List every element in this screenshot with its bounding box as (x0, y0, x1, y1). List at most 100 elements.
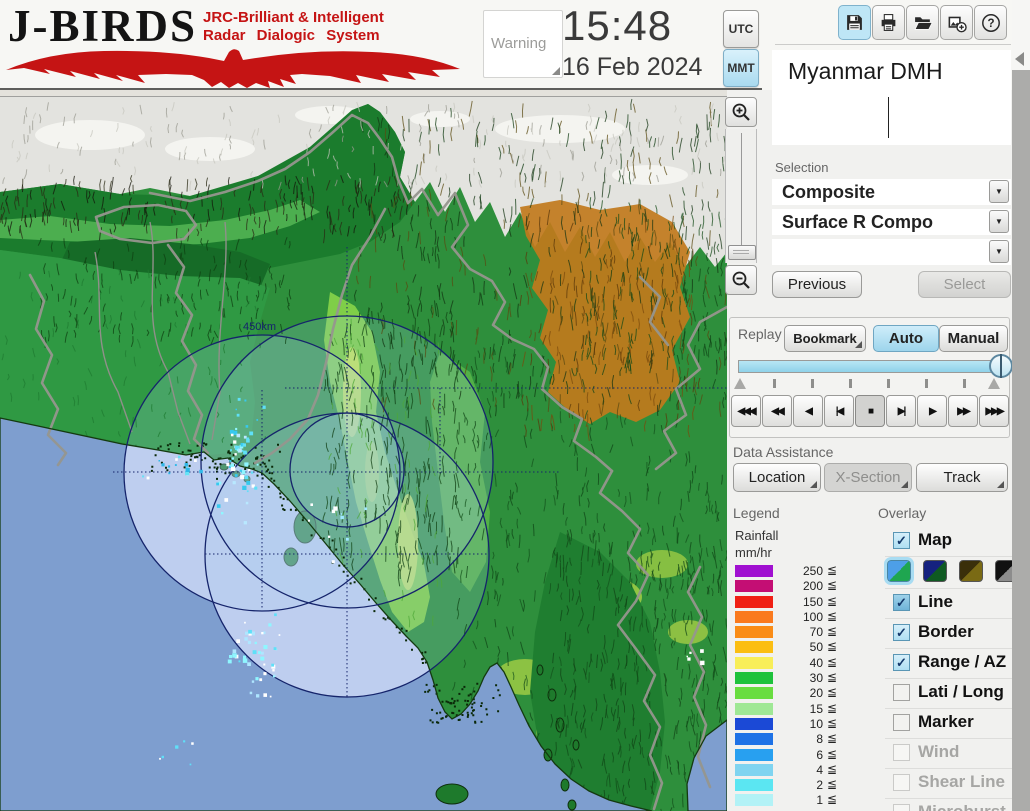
overlay-row-line: ✓ Line (885, 588, 1012, 618)
step-forward-button[interactable]: ▶| (886, 395, 916, 427)
forward-fastest-button[interactable]: ▶▶▶ (979, 395, 1009, 427)
checkbox-marker[interactable] (893, 714, 910, 731)
checkbox-microburst (893, 804, 910, 811)
map-style-swatch-1[interactable] (884, 557, 914, 585)
help-button[interactable]: ? (974, 5, 1007, 40)
legend-lte-symbol: ≦ (827, 685, 838, 700)
svg-text:?: ? (987, 18, 994, 30)
legend-lte-symbol: ≦ (827, 639, 838, 654)
map-zoom-out-button[interactable] (725, 265, 757, 295)
step-back-button[interactable]: |◀ (824, 395, 854, 427)
rewind-fast-button[interactable]: ◀◀ (762, 395, 792, 427)
collapse-panel-icon[interactable] (1015, 52, 1024, 66)
overlay-row-border: ✓ Border (885, 618, 1012, 648)
radar-map[interactable]: 450km (0, 97, 727, 811)
dropdown-product-name[interactable]: Surface R Compo ▼ (772, 209, 1011, 235)
manual-mode-button[interactable]: Manual (939, 325, 1008, 352)
play-reverse-button[interactable]: ◀ (793, 395, 823, 427)
legend-lte-symbol: ≦ (827, 777, 838, 792)
checkbox-line[interactable]: ✓ (893, 594, 910, 611)
save-button[interactable] (838, 5, 871, 40)
map-top-frame (0, 90, 727, 97)
forward-fast-button[interactable]: ▶▶ (948, 395, 978, 427)
replay-progress-track[interactable] (738, 360, 1004, 373)
map-zoom-in-button[interactable] (725, 97, 757, 127)
replay-tick (849, 379, 852, 388)
eagle-logo-icon (6, 49, 460, 88)
legend-lte-symbol: ≦ (827, 731, 838, 746)
legend-color-swatch (735, 565, 773, 577)
jbirds-application: J-BIRDS JRC-Brilliant & Intelligent Rada… (0, 0, 1030, 811)
overlay-label-text: Range / AZ (918, 652, 1007, 671)
map-zoom-slider[interactable] (725, 129, 757, 263)
dropdown-product-option[interactable]: ▼ (772, 239, 1011, 265)
legend-color-swatch (735, 610, 773, 623)
track-button[interactable]: Track (916, 463, 1008, 492)
chevron-down-icon[interactable]: ▼ (989, 240, 1009, 263)
replay-tick (887, 379, 890, 388)
legend-color-swatch (735, 779, 773, 792)
zoom-slider-track (741, 133, 742, 259)
location-button[interactable]: Location (733, 463, 821, 492)
replay-range-start-marker[interactable] (734, 378, 746, 389)
add-image-button[interactable] (940, 5, 973, 40)
station-info-box[interactable]: Myanmar DMH (772, 50, 1011, 145)
toolbar-separator (775, 44, 1011, 45)
previous-button[interactable]: Previous (772, 271, 862, 298)
zoom-in-icon (732, 103, 750, 121)
open-folder-button[interactable] (906, 5, 939, 40)
dropdown-product-type[interactable]: Composite ▼ (772, 179, 1011, 205)
overlay-section-label: Overlay (878, 505, 927, 521)
replay-slider-handle[interactable] (989, 354, 1013, 378)
select-button[interactable]: Select (918, 271, 1011, 298)
replay-label: Replay (738, 326, 782, 342)
checkbox-range-az[interactable]: ✓ (893, 654, 910, 671)
replay-range-end-marker[interactable] (988, 378, 1000, 389)
auto-mode-button[interactable]: Auto (873, 325, 939, 352)
overlay-label-text: Marker (918, 712, 974, 731)
overlay-label-text: Wind (918, 742, 960, 761)
overlay-row-marker: Marker (885, 708, 1012, 738)
legend-threshold-value: 200 (802, 579, 823, 594)
checkbox-lati-long[interactable] (893, 684, 910, 701)
legend-lte-symbol: ≦ (827, 761, 838, 776)
legend-threshold-value: 20 (809, 686, 823, 701)
legend-color-swatch (735, 595, 773, 608)
overlay-label-text: Map (918, 530, 952, 549)
rewind-fastest-button[interactable]: ◀◀◀ (731, 395, 761, 427)
play-button[interactable]: ▶ (917, 395, 947, 427)
print-button[interactable] (872, 5, 905, 40)
legend-color-swatch (735, 717, 773, 730)
button-label: Location (748, 469, 806, 486)
map-style-swatch-3[interactable] (959, 560, 983, 582)
legend-lte-symbol: ≦ (827, 715, 838, 730)
overlay-label-text: Border (918, 622, 974, 641)
replay-tick (963, 379, 966, 388)
zoom-slider-handle[interactable] (728, 245, 756, 260)
warning-panel[interactable]: Warning (483, 10, 563, 78)
chevron-down-icon[interactable]: ▼ (989, 180, 1009, 203)
timezone-utc-button[interactable]: UTC (723, 10, 759, 48)
checkbox-map[interactable]: ✓ (893, 532, 910, 549)
replay-tick (773, 379, 776, 388)
legend-color-swatch (735, 656, 773, 669)
x-section-button[interactable]: X-Section (824, 463, 912, 492)
checkbox-border[interactable]: ✓ (893, 624, 910, 641)
overlay-options: ✓ Map ✓ Line ✓ Border ✓ Range / AZ Lati / Long Ma… (884, 527, 1019, 811)
stop-button[interactable]: ■ (855, 395, 885, 427)
chevron-down-icon[interactable]: ▼ (989, 210, 1009, 233)
legend-threshold-value: 30 (809, 671, 823, 686)
replay-tick (925, 379, 928, 388)
legend-color-swatch (735, 794, 773, 807)
save-icon (847, 15, 862, 30)
button-label: Track (943, 469, 981, 486)
timezone-mmt-button[interactable]: MMT (723, 49, 759, 87)
legend-lte-symbol: ≦ (827, 746, 838, 761)
legend-threshold-value: 10 (809, 716, 823, 731)
legend-lte-symbol: ≦ (827, 792, 838, 807)
station-name: Myanmar DMH (788, 58, 943, 84)
map-style-swatch-2[interactable] (923, 560, 947, 582)
add-image-icon (948, 16, 967, 32)
legend-lte-symbol: ≦ (827, 593, 838, 608)
bookmark-button[interactable]: Bookmark (784, 325, 866, 352)
